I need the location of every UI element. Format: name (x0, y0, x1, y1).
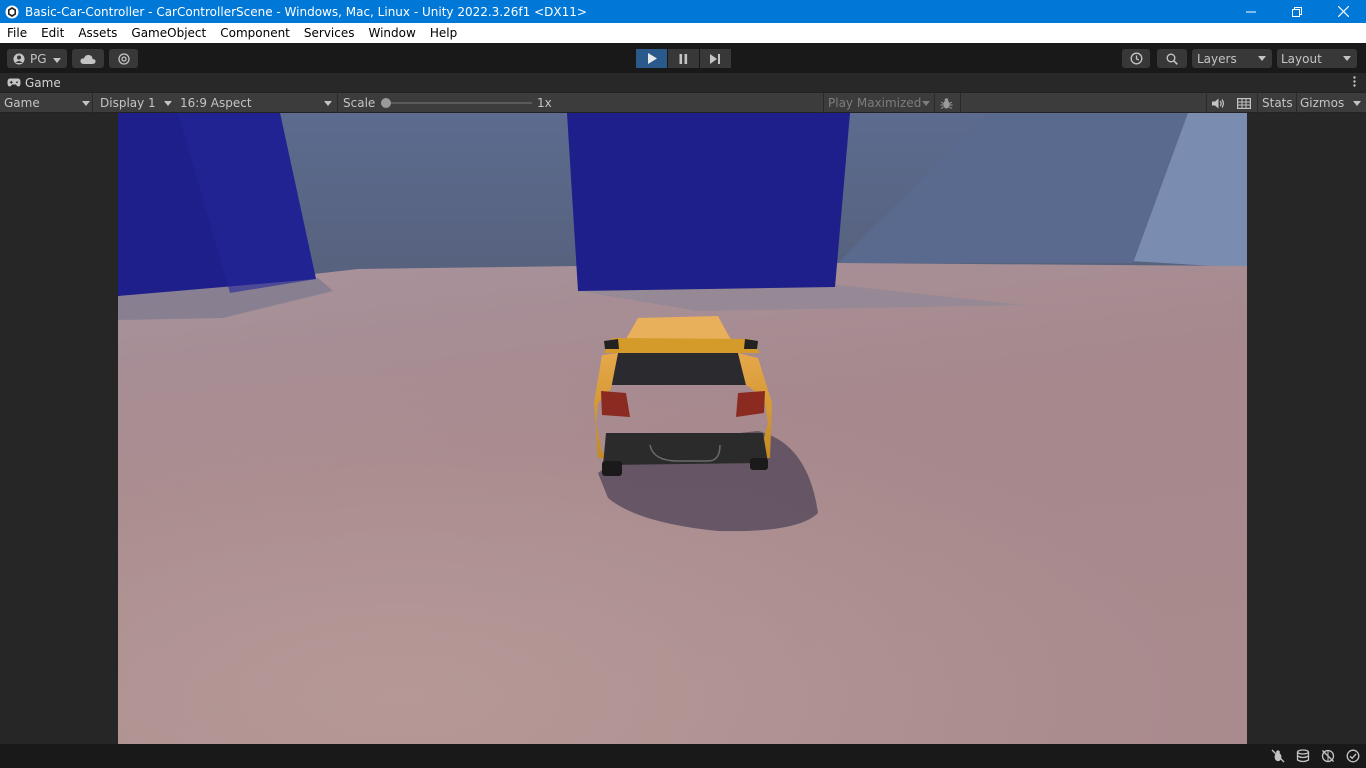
search-button[interactable] (1157, 49, 1187, 68)
step-button[interactable] (700, 49, 731, 68)
display-dropdown[interactable]: Display 1 (100, 93, 174, 113)
scale-label: Scale (343, 96, 376, 110)
layout-dropdown[interactable]: Layout (1277, 49, 1357, 68)
divider (823, 93, 824, 113)
menu-component[interactable]: Component (213, 23, 297, 43)
play-icon (647, 53, 657, 64)
minimize-icon (1246, 11, 1256, 12)
account-icon (13, 53, 25, 65)
game-view-toolbar: Game Display 1 16:9 Aspect Scale 1x Play… (0, 92, 1366, 113)
layers-dropdown[interactable]: Layers (1192, 49, 1272, 68)
tab-game[interactable]: Game (0, 73, 61, 92)
restore-icon (1292, 6, 1302, 17)
divider (960, 93, 961, 113)
tab-game-label: Game (25, 75, 61, 90)
bug-icon (940, 97, 953, 109)
collab-icon (117, 52, 130, 65)
divider (1257, 93, 1258, 113)
menu-window[interactable]: Window (362, 23, 423, 43)
cloud-button[interactable] (72, 49, 104, 68)
divider (1206, 93, 1207, 113)
menu-gameobject[interactable]: GameObject (124, 23, 213, 43)
window-title: Basic-Car-Controller - CarControllerScen… (25, 4, 587, 19)
keyboard-icon (1237, 97, 1251, 109)
chevron-down-icon (922, 101, 930, 106)
chevron-down-icon (1343, 56, 1351, 61)
view-mode-dropdown[interactable]: Game (4, 93, 90, 113)
stats-button[interactable]: Stats (1262, 93, 1293, 113)
check-circle-icon[interactable] (1346, 749, 1360, 766)
game-tab-bar: Game (0, 73, 1366, 92)
layout-label: Layout (1281, 51, 1322, 66)
chevron-down-icon (52, 52, 61, 66)
divider (92, 93, 93, 113)
scale-slider-handle[interactable] (381, 98, 391, 108)
divider (337, 93, 338, 113)
menu-file[interactable]: File (0, 23, 34, 43)
network-off-icon[interactable] (1321, 749, 1335, 766)
menu-services[interactable]: Services (297, 23, 362, 43)
minimize-button[interactable] (1228, 0, 1274, 23)
aspect-label: 16:9 Aspect (180, 96, 252, 110)
stats-label: Stats (1262, 96, 1293, 110)
close-button[interactable] (1320, 0, 1366, 23)
pause-icon (679, 53, 688, 64)
close-icon (1337, 6, 1349, 17)
divider (934, 93, 935, 113)
menu-help[interactable]: Help (423, 23, 464, 43)
chevron-down-icon (1258, 56, 1266, 61)
chevron-down-icon (82, 101, 90, 106)
undo-history-button[interactable] (1122, 49, 1150, 68)
bug-off-icon[interactable] (1271, 749, 1285, 766)
gizmos-label: Gizmos (1300, 96, 1345, 110)
scale-value: 1x (537, 96, 552, 110)
display-label: Display 1 (100, 96, 156, 110)
account-label: PG (30, 51, 47, 66)
play-maximized-dropdown[interactable]: Play Maximized (828, 93, 932, 113)
more-options-icon[interactable] (1353, 76, 1356, 90)
speaker-icon (1212, 98, 1224, 108)
debug-button[interactable] (940, 93, 953, 113)
search-icon (1166, 53, 1178, 65)
chevron-down-icon (324, 101, 332, 106)
unity-logo-icon (4, 4, 20, 20)
step-icon (710, 53, 720, 64)
chevron-down-icon (164, 101, 172, 106)
cloud-icon (80, 54, 96, 64)
layers-label: Layers (1197, 51, 1237, 66)
play-button[interactable] (636, 49, 667, 68)
gamepad-icon (7, 78, 21, 87)
mute-audio-button[interactable] (1212, 93, 1225, 113)
shortcuts-button[interactable] (1237, 93, 1251, 113)
collab-button[interactable] (109, 49, 138, 68)
play-controls (636, 49, 732, 68)
game-viewport[interactable] (118, 113, 1247, 744)
gizmos-dropdown[interactable]: Gizmos (1300, 93, 1362, 113)
title-bar: Basic-Car-Controller - CarControllerScen… (0, 0, 1366, 23)
aspect-dropdown[interactable]: 16:9 Aspect (180, 93, 334, 113)
cache-server-icon[interactable] (1296, 749, 1310, 766)
scale-slider-track[interactable] (386, 102, 532, 104)
status-bar (0, 744, 1366, 768)
menu-bar: File Edit Assets GameObject Component Se… (0, 23, 1366, 43)
game-render (118, 113, 1247, 744)
play-maximized-label: Play Maximized (828, 96, 922, 110)
menu-assets[interactable]: Assets (71, 23, 124, 43)
view-mode-label: Game (4, 96, 40, 110)
pause-button[interactable] (668, 49, 699, 68)
history-icon (1130, 52, 1142, 65)
chevron-down-icon (1353, 101, 1361, 106)
divider (1296, 93, 1297, 113)
restore-button[interactable] (1274, 0, 1320, 23)
account-dropdown[interactable]: PG (7, 49, 67, 68)
menu-edit[interactable]: Edit (34, 23, 71, 43)
